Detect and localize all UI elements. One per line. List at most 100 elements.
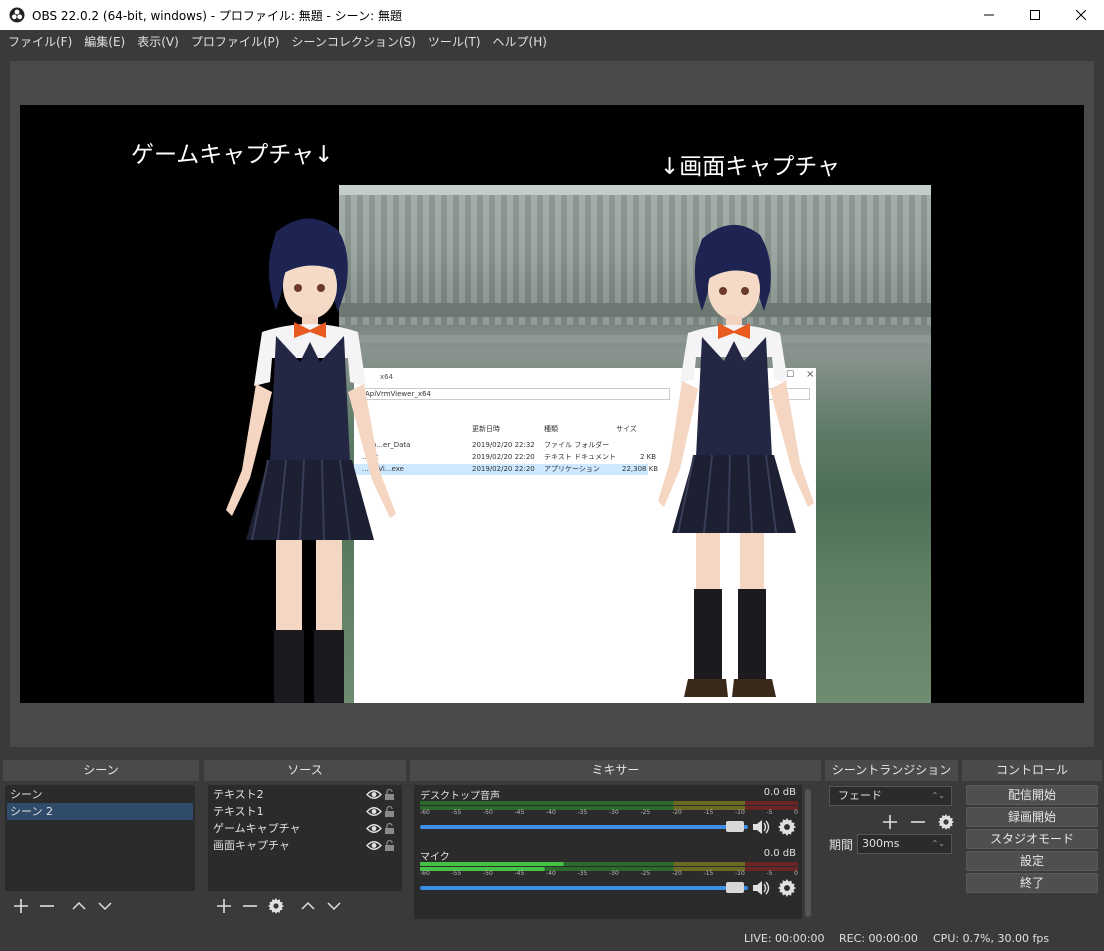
minus-icon: [911, 821, 925, 823]
tick-label: -15: [703, 870, 714, 877]
mixer-scrollbar[interactable]: [805, 789, 811, 917]
source-name: テキスト1: [213, 805, 264, 818]
preview-area[interactable]: x64 ☐ × ApiVrmViewer_x64 更新日時 種類 サイズ Vrm…: [10, 61, 1094, 747]
source-name: 画面キャプチャ: [213, 839, 290, 852]
add-transition-button[interactable]: [880, 812, 900, 832]
visibility-eye-icon[interactable]: [366, 840, 382, 851]
menu-edit[interactable]: 編集(E): [78, 30, 131, 54]
file-date: 2019/02/20 22:20: [472, 453, 535, 461]
remove-source-button[interactable]: [240, 896, 260, 916]
start-recording-button[interactable]: 録画開始: [966, 807, 1098, 827]
speaker-icon[interactable]: [752, 880, 770, 896]
tick-label: -10: [735, 870, 745, 877]
tick-label: -25: [640, 870, 651, 877]
screen-capture-character[interactable]: [640, 217, 820, 703]
volume-slider[interactable]: [420, 886, 748, 890]
duration-value: 300ms: [862, 837, 900, 850]
scene-item[interactable]: シーン: [7, 786, 193, 803]
plus-icon: [883, 815, 897, 829]
start-streaming-button[interactable]: 配信開始: [966, 785, 1098, 805]
tick-label: 0: [794, 870, 798, 877]
minus-icon: [243, 905, 257, 907]
move-source-down-button[interactable]: [324, 896, 344, 916]
maximize-button[interactable]: [1012, 0, 1058, 30]
source-item[interactable]: テキスト1: [210, 803, 398, 820]
visibility-eye-icon[interactable]: [366, 806, 382, 817]
menu-bar: ファイル(F) 編集(E) 表示(V) プロファイル(P) シーンコレクション(…: [0, 30, 1104, 54]
lock-icon[interactable]: [384, 788, 395, 801]
scenes-list[interactable]: シーン シーン 2: [5, 785, 195, 891]
add-source-button[interactable]: [214, 896, 234, 916]
menu-file[interactable]: ファイル(F): [2, 30, 78, 54]
duration-spinbox[interactable]: 300ms ⌃⌄: [857, 834, 952, 854]
move-scene-down-button[interactable]: [95, 896, 115, 916]
gear-icon[interactable]: [778, 879, 796, 897]
sources-dock-title: ソース: [204, 760, 406, 781]
volume-slider-handle[interactable]: [726, 821, 744, 832]
move-scene-up-button[interactable]: [69, 896, 89, 916]
lock-icon[interactable]: [384, 822, 395, 835]
source-item[interactable]: テキスト2: [210, 786, 398, 803]
menu-help[interactable]: ヘルプ(H): [487, 30, 553, 54]
tick-label: -55: [451, 870, 462, 877]
scene-item-selected[interactable]: シーン 2: [7, 803, 193, 820]
gear-icon: [268, 898, 284, 914]
tick-label: -30: [609, 809, 619, 816]
menu-profile[interactable]: プロファイル(P): [185, 30, 286, 54]
source-properties-button[interactable]: [266, 896, 286, 916]
source-item[interactable]: 画面キャプチャ: [210, 837, 398, 854]
source-item[interactable]: ゲームキャプチャ: [210, 820, 398, 837]
exit-button[interactable]: 終了: [966, 873, 1098, 893]
lock-icon[interactable]: [384, 805, 395, 818]
maximize-icon: [1030, 10, 1040, 20]
controls-dock-title: コントロール: [962, 760, 1102, 781]
visibility-eye-icon[interactable]: [366, 789, 382, 800]
sources-list[interactable]: テキスト2 テキスト1 ゲームキャプチャ 画面キャプチャ: [208, 785, 402, 891]
cpu-status: CPU: 0.7%, 30.00 fps: [933, 932, 1050, 945]
tick-label: -35: [577, 870, 588, 877]
preview-canvas[interactable]: x64 ☐ × ApiVrmViewer_x64 更新日時 種類 サイズ Vrm…: [20, 105, 1084, 703]
tick-label: -50: [483, 870, 493, 877]
move-source-up-button[interactable]: [298, 896, 318, 916]
transition-select[interactable]: フェード ⌃⌄: [829, 786, 952, 806]
scenes-dock-title: シーン: [3, 760, 199, 781]
tick-label: -25: [640, 809, 651, 816]
caption-game-capture: ゲームキャプチャ↓: [131, 142, 334, 168]
menu-view[interactable]: 表示(V): [131, 30, 185, 54]
transition-properties-button[interactable]: [936, 812, 956, 832]
updown-icon: ⌃⌄: [931, 791, 945, 800]
remove-scene-button[interactable]: [37, 896, 57, 916]
status-bar: LIVE: 00:00:00 REC: 00:00:00 CPU: 0.7%, …: [0, 927, 1104, 951]
menu-scene-collection[interactable]: シーンコレクション(S): [285, 30, 421, 54]
close-button[interactable]: [1058, 0, 1104, 30]
speaker-icon[interactable]: [752, 819, 770, 835]
mixer-dock-title: ミキサー: [410, 760, 821, 781]
studio-mode-button[interactable]: スタジオモード: [966, 829, 1098, 849]
file-type: テキスト ドキュメント: [544, 453, 617, 461]
menu-tools[interactable]: ツール(T): [422, 30, 487, 54]
screen-capture-source[interactable]: x64 ☐ × ApiVrmViewer_x64 更新日時 種類 サイズ Vrm…: [339, 185, 931, 703]
add-scene-button[interactable]: [11, 896, 31, 916]
volume-slider[interactable]: [420, 825, 748, 829]
tick-label: -40: [546, 809, 556, 816]
minimize-button[interactable]: [966, 0, 1012, 30]
lock-icon[interactable]: [384, 839, 395, 852]
tick-label: -50: [483, 809, 493, 816]
close-icon: [1076, 10, 1086, 20]
game-capture-character[interactable]: [190, 210, 400, 703]
rec-status: REC: 00:00:00: [839, 932, 918, 945]
volume-slider-handle[interactable]: [726, 882, 744, 893]
visibility-eye-icon[interactable]: [366, 823, 382, 834]
remove-transition-button[interactable]: [908, 812, 928, 832]
mixer-track-mic: マイク 0.0 dB -60 -55 -50 -45 -40 -35 -30 -…: [416, 846, 800, 906]
minus-icon: [40, 905, 54, 907]
settings-button[interactable]: 設定: [966, 851, 1098, 871]
chevron-down-icon: [327, 902, 341, 911]
tick-label: -60: [420, 870, 430, 877]
tick-label: -40: [546, 870, 556, 877]
live-status: LIVE: 00:00:00: [744, 932, 825, 945]
file-date: 2019/02/20 22:32: [472, 441, 535, 449]
meter-ticks: -60 -55 -50 -45 -40 -35 -30 -25 -20 -15 …: [420, 870, 798, 878]
tick-label: -45: [514, 809, 525, 816]
gear-icon[interactable]: [778, 818, 796, 836]
